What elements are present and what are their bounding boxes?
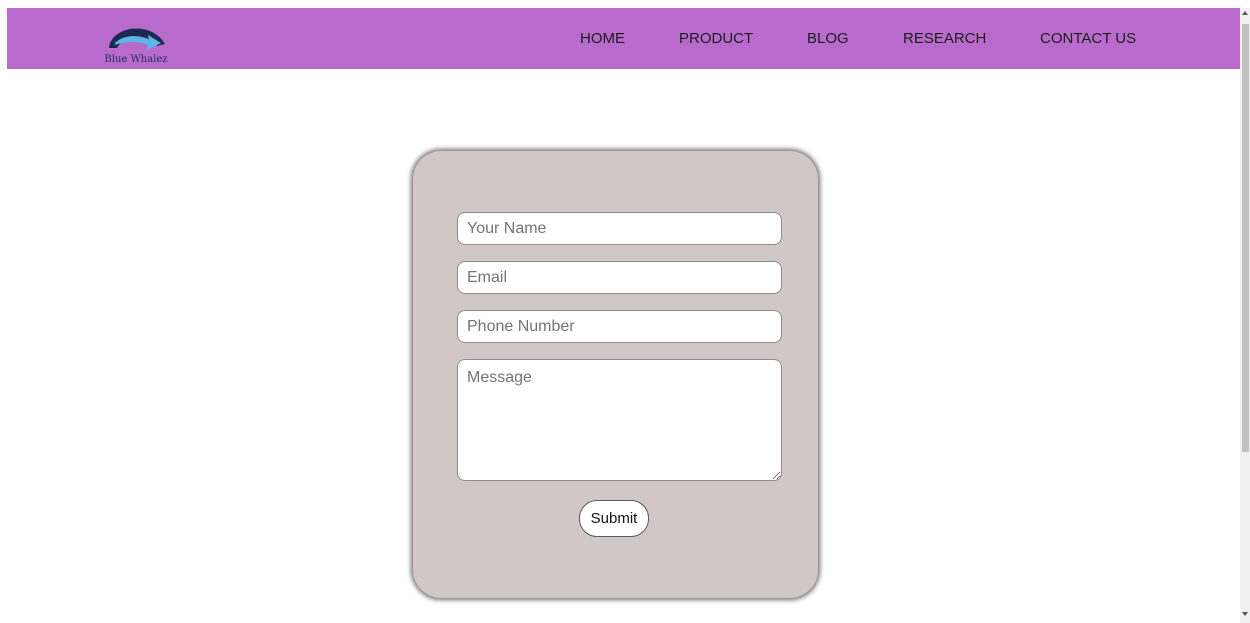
scroll-down-arrow-icon[interactable] — [1242, 612, 1248, 616]
page: Blue Whalez HOME PRODUCT BLOG RESEARCH C… — [0, 0, 1250, 623]
top-strip — [0, 0, 1240, 8]
phone-number-input[interactable] — [457, 310, 782, 343]
scroll-up-arrow-icon[interactable] — [1242, 11, 1248, 15]
email-input[interactable] — [457, 261, 782, 294]
nav-product-link[interactable]: PRODUCT — [679, 30, 753, 47]
nav-blog-link[interactable]: BLOG — [807, 30, 849, 47]
brand-name: Blue Whalez — [104, 54, 168, 65]
nav-home-link[interactable]: HOME — [580, 30, 625, 47]
brand-logo[interactable]: Blue Whalez — [91, 16, 181, 65]
scrollbar-thumb[interactable] — [1242, 24, 1249, 452]
nav-research-link[interactable]: RESEARCH — [903, 30, 986, 47]
name-input[interactable] — [457, 212, 782, 245]
contact-form-card: Submit — [413, 151, 818, 598]
whale-arrow-logo-icon — [109, 28, 165, 50]
vertical-scrollbar[interactable] — [1240, 8, 1250, 623]
nav-contact-us-link[interactable]: CONTACT US — [1040, 30, 1136, 47]
message-textarea[interactable] — [457, 359, 782, 481]
navbar: Blue Whalez HOME PRODUCT BLOG RESEARCH C… — [7, 8, 1240, 69]
submit-button[interactable]: Submit — [579, 500, 649, 537]
